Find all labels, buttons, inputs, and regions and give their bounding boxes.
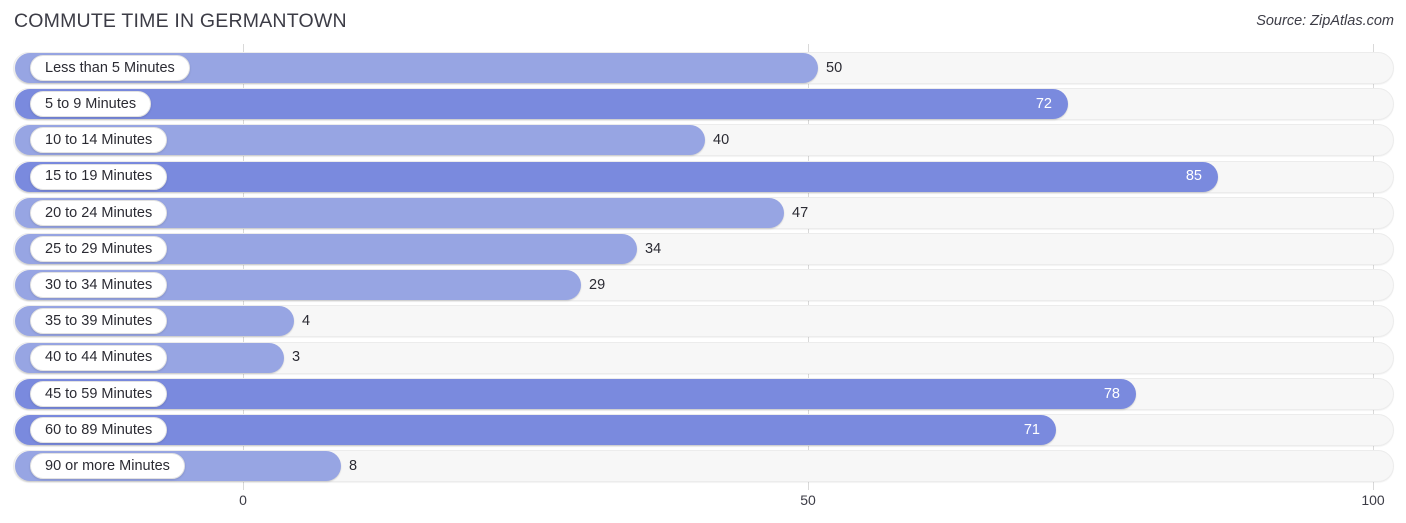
x-axis: 0 50 100	[0, 484, 1406, 523]
bar-row[interactable]: Less than 5 Minutes 50	[0, 52, 1406, 84]
bar-value-label: 34	[645, 240, 662, 257]
bar-value-label: 50	[826, 59, 843, 76]
bar-category-label: 20 to 24 Minutes	[30, 199, 168, 226]
bar-row[interactable]: 5 to 9 Minutes 72	[0, 88, 1406, 121]
bar-value-label: 72	[1035, 95, 1052, 112]
bar-rows: Less than 5 Minutes 50 5 to 9 Minutes 72 10 …	[0, 44, 1406, 484]
bar-category-label-text: 30 to 34 Minutes	[45, 276, 153, 293]
bar-category-label-text: 10 to 14 Minutes	[45, 132, 153, 149]
bar-category-label-text: 20 to 24 Minutes	[45, 204, 153, 221]
bar-row[interactable]: 40 to 44 Minutes 3	[0, 341, 1406, 374]
bar-category-label: 40 to 44 Minutes	[30, 344, 168, 371]
bar-value-label: 40	[713, 132, 730, 149]
bar-value-label: 29	[589, 276, 606, 293]
x-axis-tick-label: 0	[239, 492, 247, 508]
bar-value-label: 47	[792, 204, 809, 221]
bar-row[interactable]: 25 to 29 Minutes 34	[0, 233, 1406, 265]
bar-category-label-text: 40 to 44 Minutes	[45, 349, 153, 366]
bar-category-label: 90 or more Minutes	[30, 453, 185, 480]
bar-category-label-text: Less than 5 Minutes	[45, 59, 175, 76]
bar-value-label: 4	[302, 313, 311, 330]
bar-category-label: 35 to 39 Minutes	[30, 308, 168, 335]
bar-category-label-text: 35 to 39 Minutes	[45, 313, 153, 330]
bar-category-label-text: 90 or more Minutes	[45, 457, 170, 474]
bar-category-label: Less than 5 Minutes	[30, 55, 190, 81]
chart-header: COMMUTE TIME IN GERMANTOWN Source: ZipAt…	[0, 0, 1406, 44]
bar-row[interactable]: 10 to 14 Minutes 40	[0, 124, 1406, 157]
bar-row[interactable]: 20 to 24 Minutes 47	[0, 196, 1406, 229]
bar-category-label: 10 to 14 Minutes	[30, 127, 168, 154]
bar-category-label: 30 to 34 Minutes	[30, 272, 168, 299]
page-title: COMMUTE TIME IN GERMANTOWN	[14, 10, 347, 32]
bar-row[interactable]: 60 to 89 Minutes 71	[0, 414, 1406, 446]
bar-category-label: 25 to 29 Minutes	[30, 236, 168, 262]
x-axis-tick-label: 50	[800, 492, 816, 508]
bar-row[interactable]: 30 to 34 Minutes 29	[0, 269, 1406, 302]
bar-row[interactable]: 45 to 59 Minutes 78	[0, 377, 1406, 410]
bar-category-label-text: 25 to 29 Minutes	[45, 240, 153, 257]
bar-value-label: 8	[349, 457, 358, 474]
source-attribution: Source: ZipAtlas.com	[1256, 13, 1394, 29]
bar-row[interactable]: 15 to 19 Minutes 85	[0, 160, 1406, 193]
bar-row[interactable]: 90 or more Minutes 8	[0, 450, 1406, 483]
bar-value-label: 78	[1103, 385, 1120, 402]
bar-row[interactable]: 35 to 39 Minutes 4	[0, 305, 1406, 338]
bar-value-label: 85	[1185, 168, 1202, 185]
chart-plot-area: Less than 5 Minutes 50 5 to 9 Minutes 72 10 …	[0, 44, 1406, 490]
x-axis-tick-label: 100	[1361, 492, 1385, 508]
bar-value-label: 3	[292, 349, 301, 366]
bar-value-label: 71	[1023, 421, 1040, 438]
